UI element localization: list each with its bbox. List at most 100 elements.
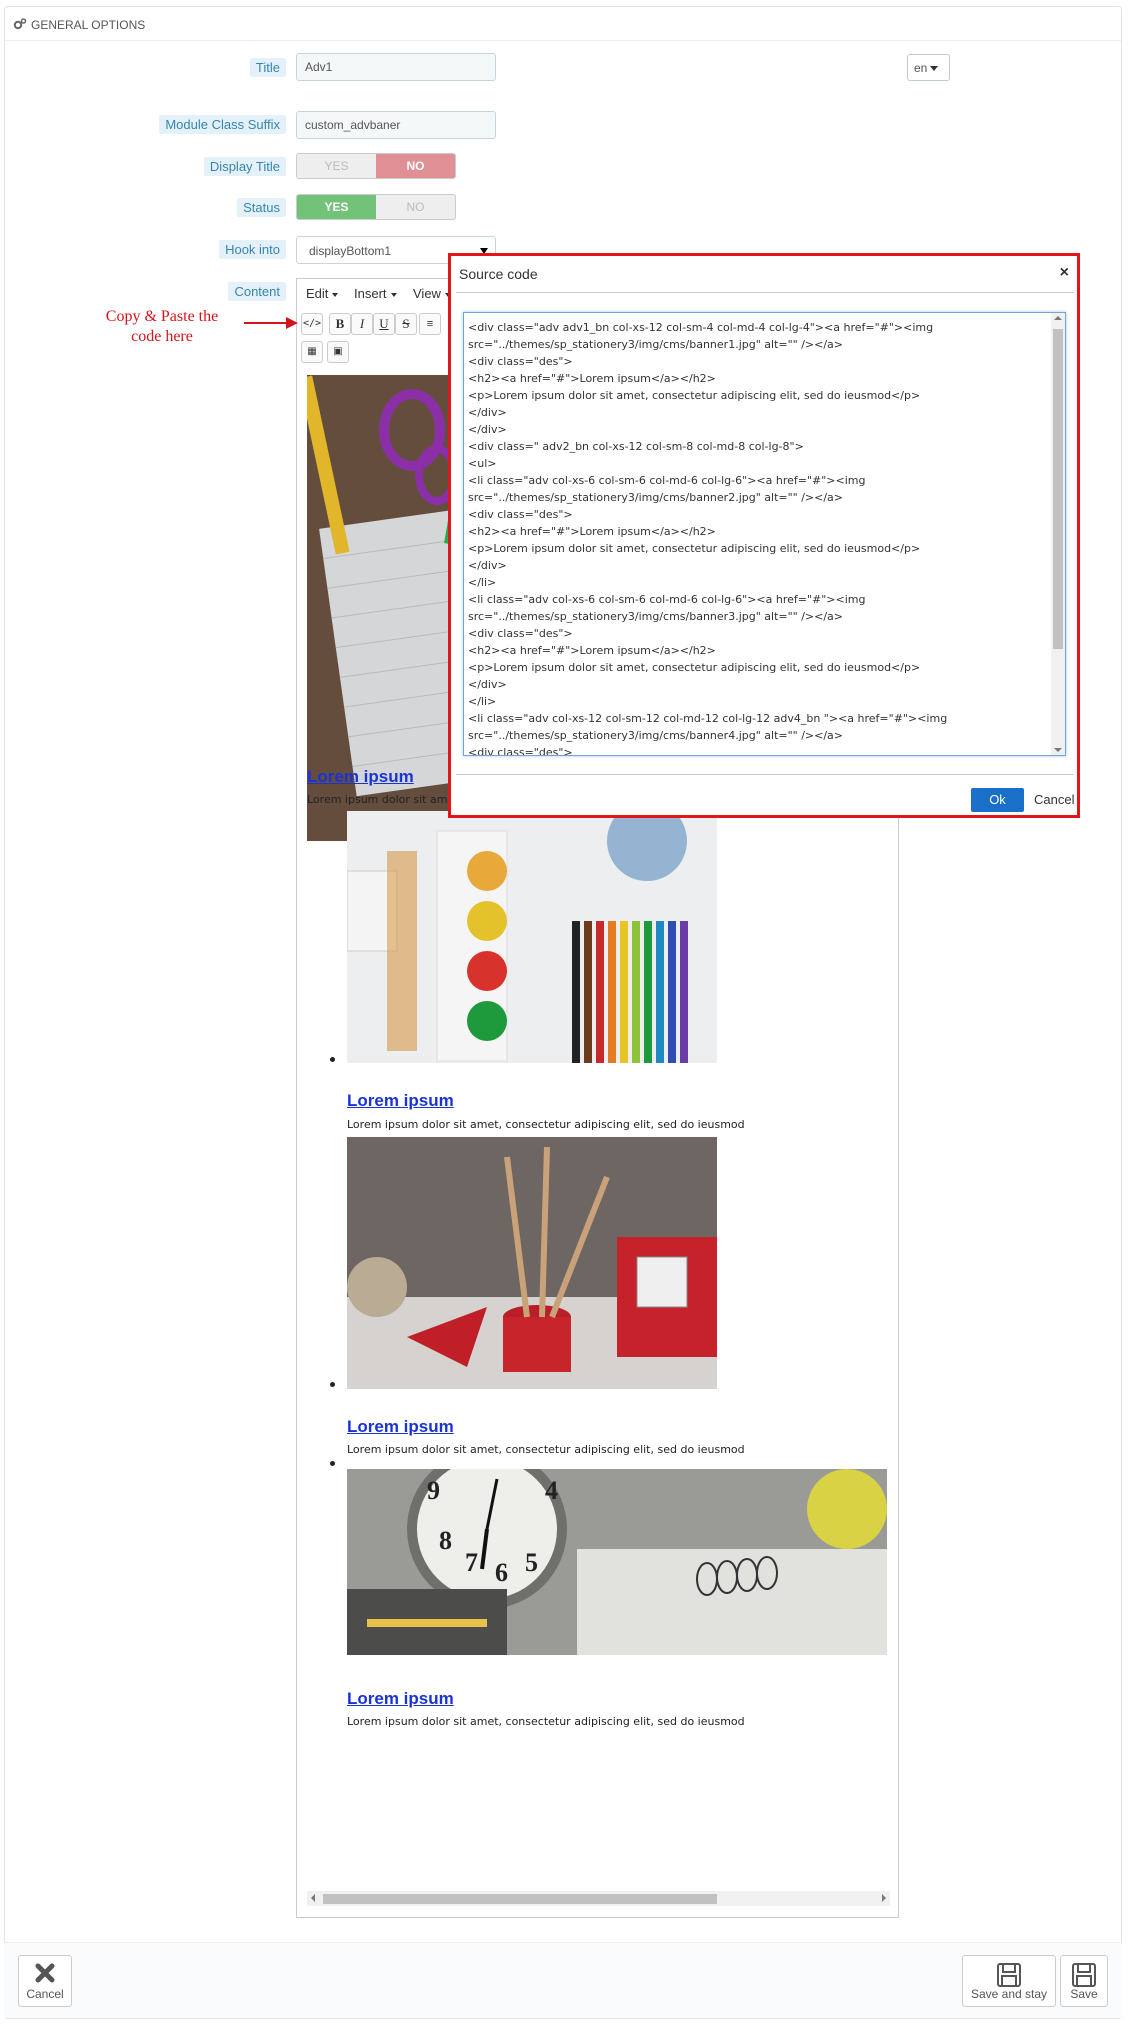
banner4-image: 9 87 6 5 4 bbox=[347, 1469, 887, 1655]
code-line: </li> bbox=[468, 576, 497, 589]
status-yes[interactable]: YES bbox=[297, 195, 376, 219]
scroll-right-icon[interactable] bbox=[882, 1894, 886, 1902]
suffix-label: Module Class Suffix bbox=[159, 115, 286, 134]
save-and-stay-button[interactable]: Save and stay bbox=[962, 1955, 1056, 2007]
panel-footer: Cancel Save and stay Save bbox=[4, 1942, 1122, 2018]
code-line: src="../themes/sp_stationery3/img/cms/ba… bbox=[468, 610, 844, 623]
svg-text:8: 8 bbox=[439, 1526, 452, 1555]
save-button[interactable]: Save bbox=[1060, 1955, 1108, 2007]
underline-button[interactable]: U bbox=[373, 313, 395, 335]
svg-text:5: 5 bbox=[525, 1548, 538, 1577]
svg-text:9: 9 bbox=[427, 1476, 440, 1505]
svg-text:6: 6 bbox=[495, 1558, 508, 1587]
status-label: Status bbox=[237, 198, 286, 217]
menu-view[interactable]: View bbox=[413, 286, 451, 301]
code-line: </div> bbox=[468, 423, 507, 436]
panel-heading: GENERAL OPTIONS bbox=[5, 7, 1121, 41]
item-text: Lorem ipsum dolor sit amet, consectetur … bbox=[347, 1118, 745, 1131]
title-label: Title bbox=[249, 58, 286, 77]
title-label-row: Title bbox=[0, 58, 286, 78]
annotation-text: Copy & Paste the code here bbox=[105, 308, 219, 345]
panel-title: GENERAL OPTIONS bbox=[31, 18, 146, 32]
suffix-input[interactable]: custom_advbaner bbox=[296, 111, 496, 139]
item-title[interactable]: Lorem ipsum bbox=[347, 1689, 454, 1709]
source-code-textarea[interactable]: <div class="adv adv1_bn col-xs-12 col-sm… bbox=[463, 312, 1066, 756]
scrollbar-thumb[interactable] bbox=[1053, 329, 1063, 649]
editor-horizontal-scrollbar[interactable] bbox=[307, 1891, 890, 1906]
status-no[interactable]: NO bbox=[376, 195, 455, 219]
item-text: Lorem ipsum dolor sit amet, consectetur … bbox=[347, 1715, 745, 1728]
code-line: </div> bbox=[468, 678, 507, 691]
svg-text:4: 4 bbox=[545, 1476, 558, 1505]
list-bullet bbox=[330, 1461, 335, 1466]
menu-insert[interactable]: Insert bbox=[354, 286, 397, 301]
modal-title: Source code bbox=[459, 266, 538, 282]
scroll-up-icon[interactable] bbox=[1054, 316, 1062, 320]
item-title[interactable]: Lorem ipsum bbox=[307, 767, 414, 787]
code-line: <p>Lorem ipsum dolor sit amet, consectet… bbox=[468, 389, 921, 402]
source-code-modal: Source code × <div class="adv adv1_bn co… bbox=[448, 253, 1080, 818]
status-label-row: Status bbox=[0, 198, 286, 218]
code-line: <div class=" adv2_bn col-xs-12 col-sm-8 … bbox=[468, 440, 804, 453]
source-code-icon[interactable]: </> bbox=[301, 313, 323, 335]
list-bullet bbox=[330, 1382, 335, 1387]
cogs-icon bbox=[13, 18, 27, 30]
list-bullet bbox=[330, 1057, 335, 1062]
cancel-button[interactable]: Cancel bbox=[18, 1955, 72, 2007]
textarea-scrollbar[interactable] bbox=[1051, 313, 1065, 755]
image-icon[interactable]: ▣ bbox=[327, 341, 349, 363]
scrollbar-thumb[interactable] bbox=[323, 1894, 717, 1904]
video-icon[interactable]: ▦ bbox=[301, 341, 323, 363]
save-icon bbox=[997, 1963, 1021, 1987]
bold-button[interactable]: B bbox=[329, 313, 351, 335]
language-dropdown[interactable]: en bbox=[907, 54, 950, 81]
close-icon[interactable]: × bbox=[1060, 264, 1069, 282]
code-line: <h2><a href="#">Lorem ipsum</a></h2> bbox=[468, 525, 716, 538]
close-icon bbox=[35, 1963, 55, 1983]
content-label-row: Content bbox=[0, 282, 286, 302]
arrow-right-icon bbox=[244, 317, 298, 329]
code-line: <h2><a href="#">Lorem ipsum</a></h2> bbox=[468, 372, 716, 385]
code-line: <div class="des"> bbox=[468, 746, 573, 756]
align-icon[interactable]: ≡ bbox=[419, 313, 441, 335]
code-line: <div class="des"> bbox=[468, 627, 573, 640]
code-line: <li class="adv col-xs-6 col-sm-6 col-md-… bbox=[468, 474, 866, 487]
banner3-image bbox=[347, 1137, 717, 1389]
svg-text:7: 7 bbox=[465, 1548, 478, 1577]
divider bbox=[456, 774, 1074, 775]
code-line: <p>Lorem ipsum dolor sit amet, consectet… bbox=[468, 661, 921, 674]
code-line: <li class="adv col-xs-6 col-sm-6 col-md-… bbox=[468, 593, 866, 606]
title-input[interactable]: Adv1 bbox=[296, 53, 496, 81]
code-line: <p>Lorem ipsum dolor sit amet, consectet… bbox=[468, 542, 921, 555]
italic-button[interactable]: I bbox=[351, 313, 373, 335]
item-title[interactable]: Lorem ipsum bbox=[347, 1417, 454, 1437]
strikethrough-button[interactable]: S bbox=[395, 313, 417, 335]
item-title[interactable]: Lorem ipsum bbox=[347, 1091, 454, 1111]
hook-label-row: Hook into bbox=[0, 240, 286, 260]
display-title-label: Display Title bbox=[203, 157, 286, 176]
modal-cancel-button[interactable]: Cancel bbox=[1034, 792, 1074, 807]
menu-edit[interactable]: Edit bbox=[306, 286, 339, 301]
suffix-label-row: Module Class Suffix bbox=[0, 115, 286, 135]
scroll-down-icon[interactable] bbox=[1054, 748, 1062, 752]
display-title-no[interactable]: NO bbox=[376, 154, 455, 178]
code-line: src="../themes/sp_stationery3/img/cms/ba… bbox=[468, 729, 844, 742]
code-text: <div class="adv adv1_bn col-xs-12 col-sm… bbox=[468, 319, 1048, 756]
code-line: </div> bbox=[468, 406, 507, 419]
code-line: </div> bbox=[468, 559, 507, 572]
scroll-left-icon[interactable] bbox=[311, 1894, 315, 1902]
ok-button[interactable]: Ok bbox=[971, 788, 1024, 812]
hook-label: Hook into bbox=[219, 240, 286, 259]
caret-down-icon bbox=[930, 66, 939, 72]
status-switch[interactable]: YES NO bbox=[296, 194, 456, 220]
divider bbox=[456, 292, 1074, 293]
code-line: <div class="des"> bbox=[468, 508, 573, 521]
code-line: <ul> bbox=[468, 457, 497, 470]
display-title-switch[interactable]: YES NO bbox=[296, 153, 456, 179]
content-label: Content bbox=[228, 282, 286, 301]
display-title-label-row: Display Title bbox=[0, 157, 286, 177]
save-icon bbox=[1072, 1963, 1096, 1987]
banner2-image bbox=[347, 811, 717, 1063]
display-title-yes[interactable]: YES bbox=[297, 154, 376, 178]
code-line: <li class="adv col-xs-12 col-sm-12 col-m… bbox=[468, 712, 948, 725]
